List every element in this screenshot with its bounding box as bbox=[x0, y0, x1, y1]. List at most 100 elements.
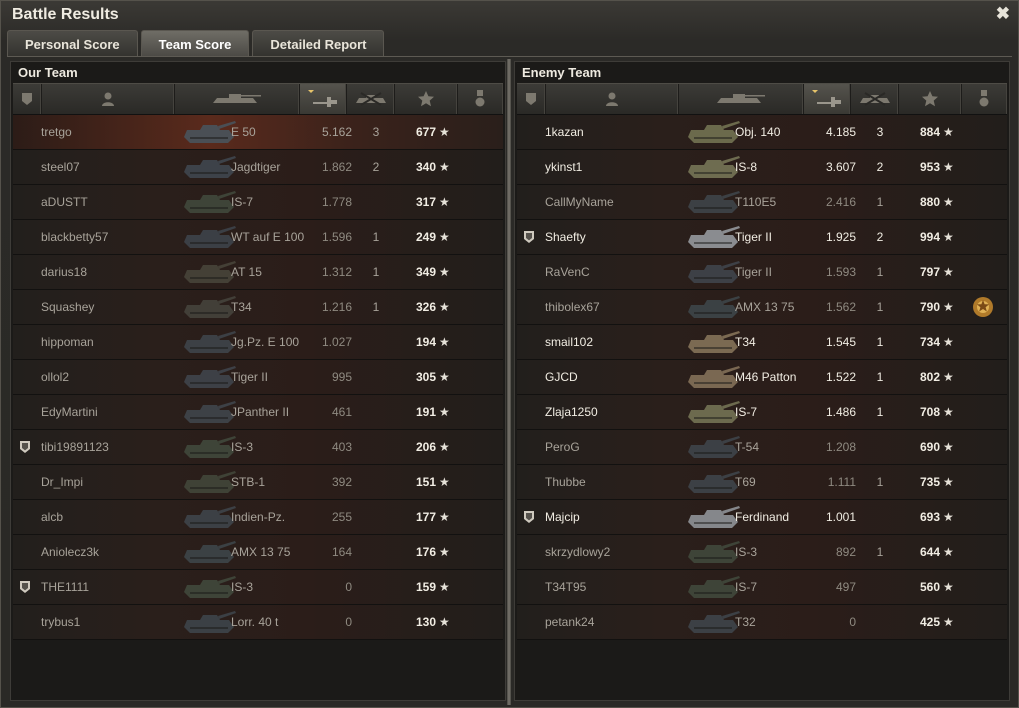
table-row[interactable]: skrzydlowy2 IS-3 892 1 644 ★ bbox=[517, 535, 1007, 570]
table-row[interactable]: trybus1 Lorr. 40 t 0 130 ★ bbox=[13, 605, 503, 640]
tab-divider bbox=[7, 56, 1012, 57]
tank-icon bbox=[685, 259, 741, 285]
kills-value: 2 bbox=[372, 160, 380, 174]
kills-column-header[interactable] bbox=[851, 84, 900, 114]
tank-icon bbox=[685, 574, 741, 600]
table-row[interactable]: blackbetty57 WT auf E 100 1.596 1 249 ★ bbox=[13, 220, 503, 255]
table-row[interactable]: smail102 T34 1.545 1 734 ★ bbox=[517, 325, 1007, 360]
table-row[interactable]: CallMyName T110E5 2.416 1 880 ★ bbox=[517, 185, 1007, 220]
damage-value: 3.607 bbox=[825, 160, 856, 174]
xp-column-header[interactable] bbox=[395, 84, 458, 114]
star-icon: ★ bbox=[439, 370, 450, 384]
table-row[interactable]: Thubbe T69 1.111 1 735 ★ bbox=[517, 465, 1007, 500]
table-row[interactable]: ollol2 Tiger II 995 305 ★ bbox=[13, 360, 503, 395]
damage-column-header[interactable] bbox=[804, 84, 851, 114]
star-icon: ★ bbox=[943, 265, 954, 279]
table-row[interactable]: GJCD M46 Patton 1.522 1 802 ★ bbox=[517, 360, 1007, 395]
player-name: GJCD bbox=[545, 370, 578, 384]
tank-icon bbox=[181, 154, 237, 180]
squad-column-header[interactable] bbox=[13, 84, 42, 114]
damage-value: 0 bbox=[849, 615, 856, 629]
damage-value: 995 bbox=[331, 370, 352, 384]
damage-value: 1.027 bbox=[321, 335, 352, 349]
star-icon bbox=[417, 91, 434, 107]
tank-column-header[interactable] bbox=[175, 84, 301, 114]
medal-column-header[interactable] bbox=[458, 84, 503, 114]
tank-icon bbox=[685, 154, 741, 180]
star-icon: ★ bbox=[439, 580, 450, 594]
tab-detailed-report[interactable]: Detailed Report bbox=[252, 30, 385, 56]
xp-value: 560 bbox=[919, 580, 940, 594]
player-column-header[interactable] bbox=[42, 84, 176, 114]
xp-column-header[interactable] bbox=[899, 84, 962, 114]
tank-icon bbox=[685, 469, 741, 495]
player-name: Shaefty bbox=[545, 230, 586, 244]
table-row[interactable]: Zlaja1250 IS-7 1.486 1 708 ★ bbox=[517, 395, 1007, 430]
xp-value: 708 bbox=[919, 405, 940, 419]
table-row[interactable]: Aniolecz3k AMX 13 75 164 176 ★ bbox=[13, 535, 503, 570]
xp-value: 884 bbox=[919, 125, 940, 139]
star-icon: ★ bbox=[943, 125, 954, 139]
damage-column-header[interactable] bbox=[300, 84, 347, 114]
table-row[interactable]: EdyMartini JPanther II 461 191 ★ bbox=[13, 395, 503, 430]
xp-value: 326 bbox=[415, 300, 436, 314]
player-name: alcb bbox=[41, 510, 64, 524]
player-name: darius18 bbox=[41, 265, 88, 279]
player-name: petank24 bbox=[545, 615, 595, 629]
damage-value: 1.925 bbox=[825, 230, 856, 244]
star-icon: ★ bbox=[943, 230, 954, 244]
close-icon[interactable]: ✖ bbox=[996, 4, 1010, 24]
table-row[interactable]: tibi19891123 IS-3 403 206 ★ bbox=[13, 430, 503, 465]
star-icon: ★ bbox=[439, 545, 450, 559]
medal-column-header[interactable] bbox=[962, 84, 1007, 114]
table-row[interactable]: hippoman Jg.Pz. E 100 1.027 194 ★ bbox=[13, 325, 503, 360]
player-name: RaVenC bbox=[545, 265, 590, 279]
player-name: tibi19891123 bbox=[41, 440, 109, 454]
table-row[interactable]: Shaefty Tiger II 1.925 2 994 ★ bbox=[517, 220, 1007, 255]
kills-value: 3 bbox=[876, 125, 884, 139]
table-row[interactable]: T34T95 IS-7 497 560 ★ bbox=[517, 570, 1007, 605]
kills-value: 1 bbox=[372, 265, 380, 279]
player-name: Zlaja1250 bbox=[545, 405, 598, 419]
xp-value: 305 bbox=[415, 370, 436, 384]
our-team-header bbox=[13, 83, 503, 115]
table-row[interactable]: THE1111 IS-3 0 159 ★ bbox=[13, 570, 503, 605]
tank-column-header[interactable] bbox=[679, 84, 805, 114]
table-row[interactable]: Majcip Ferdinand 1.001 693 ★ bbox=[517, 500, 1007, 535]
table-row[interactable]: Dr_Impi STB-1 392 151 ★ bbox=[13, 465, 503, 500]
table-row[interactable]: Squashey T34 1.216 1 326 ★ bbox=[13, 290, 503, 325]
table-row[interactable]: aDUSTT IS-7 1.778 317 ★ bbox=[13, 185, 503, 220]
squad-column-header[interactable] bbox=[517, 84, 546, 114]
our-team-rows: tretgo E 50 5.162 3 677 ★ steel07 Jagdtiger 1.86… bbox=[13, 115, 503, 640]
damage-value: 892 bbox=[835, 545, 856, 559]
table-row[interactable]: thibolex67 AMX 13 75 1.562 1 790 ★ bbox=[517, 290, 1007, 325]
star-icon: ★ bbox=[943, 545, 954, 559]
tank-icon bbox=[685, 504, 741, 530]
tab-team-score[interactable]: Team Score bbox=[140, 30, 250, 56]
xp-value: 734 bbox=[919, 335, 940, 349]
kills-column-header[interactable] bbox=[347, 84, 396, 114]
table-row[interactable]: 1kazan Obj. 140 4.185 3 884 ★ bbox=[517, 115, 1007, 150]
medal-icon[interactable] bbox=[971, 295, 995, 322]
xp-value: 317 bbox=[415, 195, 436, 209]
tank-icon bbox=[181, 294, 237, 320]
table-row[interactable]: RaVenC Tiger II 1.593 1 797 ★ bbox=[517, 255, 1007, 290]
table-row[interactable]: alcb Indien-Pz. 255 177 ★ bbox=[13, 500, 503, 535]
damage-value: 1.545 bbox=[825, 335, 856, 349]
player-column-header[interactable] bbox=[546, 84, 680, 114]
table-row[interactable]: PeroG T-54 1.208 690 ★ bbox=[517, 430, 1007, 465]
table-row[interactable]: darius18 AT 15 1.312 1 349 ★ bbox=[13, 255, 503, 290]
star-icon: ★ bbox=[439, 230, 450, 244]
damage-value: 392 bbox=[331, 475, 352, 489]
table-row[interactable]: petank24 T32 0 425 ★ bbox=[517, 605, 1007, 640]
table-row[interactable]: tretgo E 50 5.162 3 677 ★ bbox=[13, 115, 503, 150]
table-row[interactable]: steel07 Jagdtiger 1.862 2 340 ★ bbox=[13, 150, 503, 185]
damage-value: 1.208 bbox=[825, 440, 856, 454]
player-name: steel07 bbox=[41, 160, 80, 174]
kills-value: 3 bbox=[372, 125, 380, 139]
xp-value: 340 bbox=[415, 160, 436, 174]
table-row[interactable]: ykinst1 IS-8 3.607 2 953 ★ bbox=[517, 150, 1007, 185]
tank-icon bbox=[685, 399, 741, 425]
kills-value: 1 bbox=[372, 300, 380, 314]
tab-personal-score[interactable]: Personal Score bbox=[7, 30, 138, 56]
